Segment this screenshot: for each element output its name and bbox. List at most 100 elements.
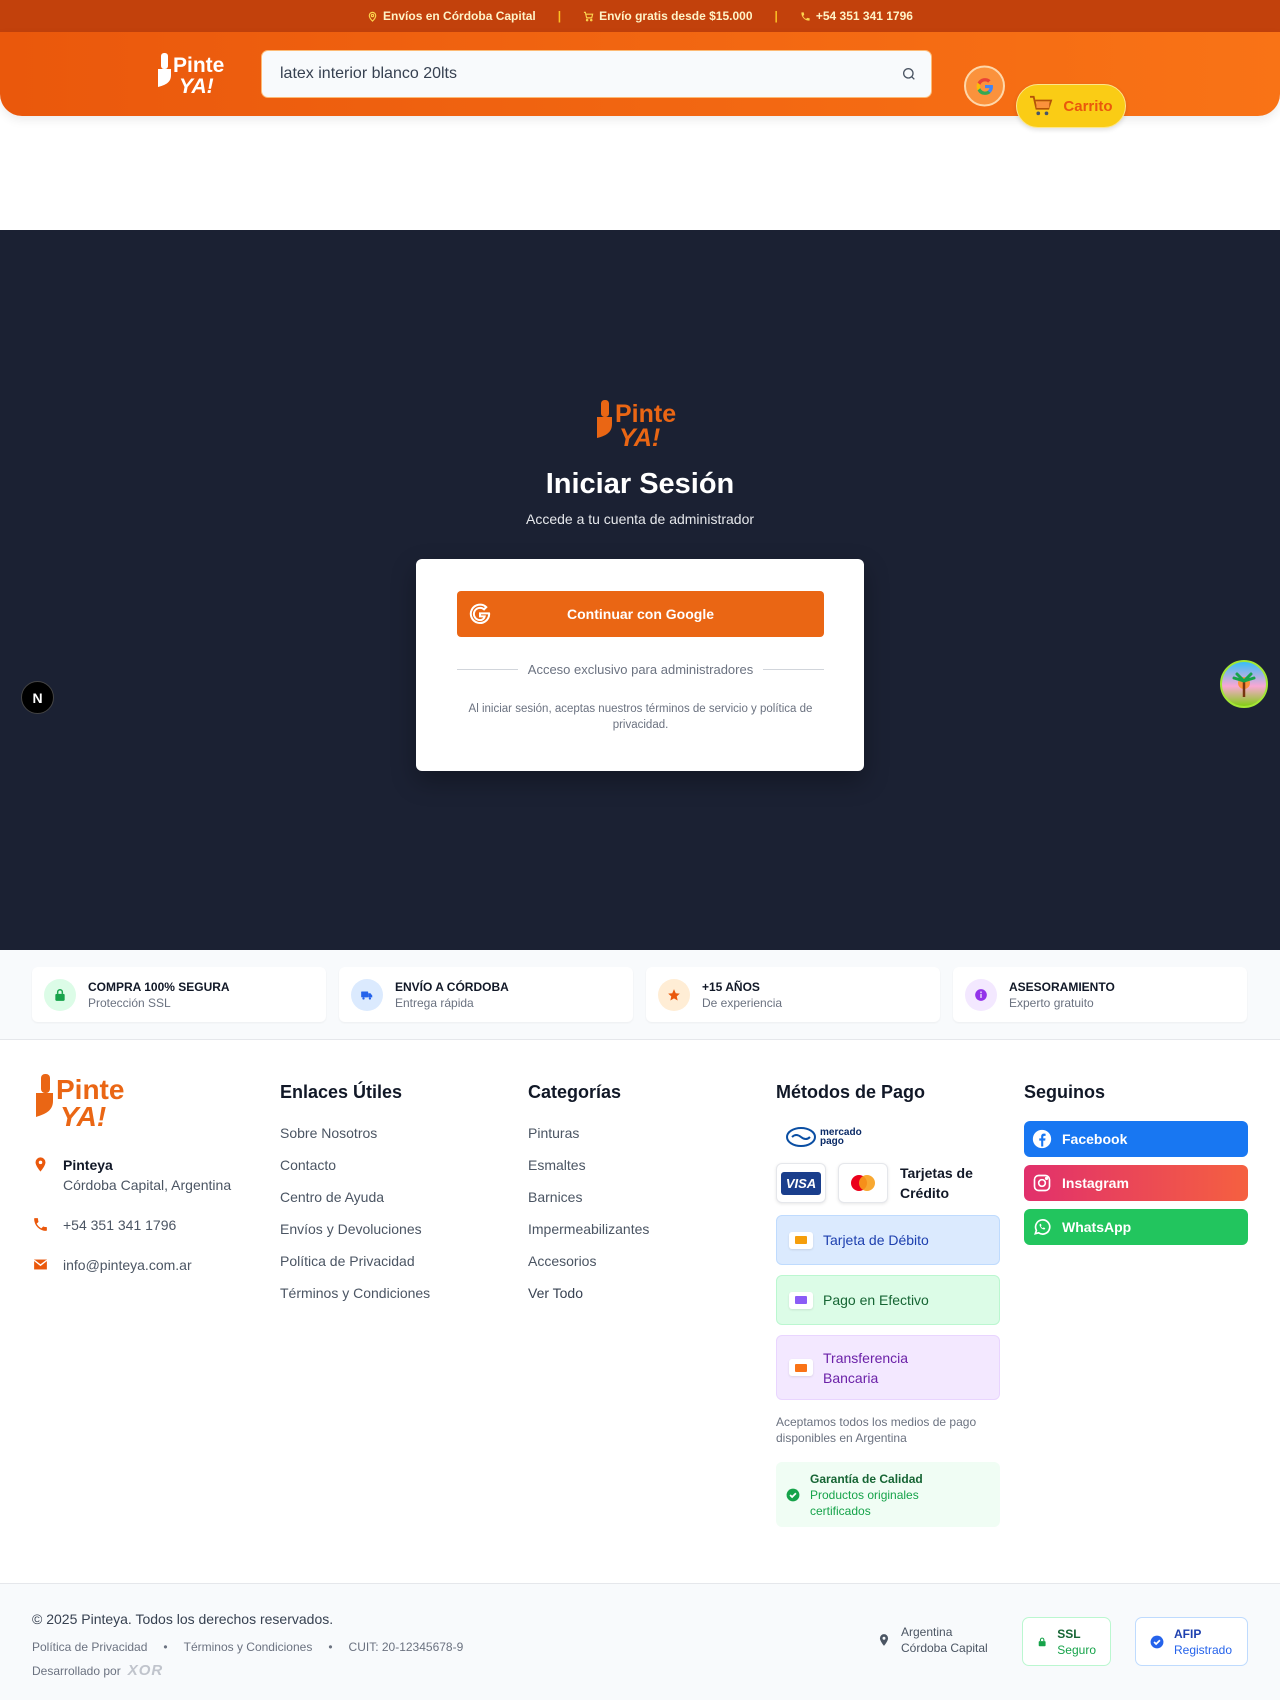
payment-heading: Métodos de Pago: [776, 1082, 926, 1102]
cash-option: Pago en Efectivo: [776, 1275, 1000, 1325]
google-button-label: Continuar con Google: [567, 606, 714, 622]
feature-sub: Entrega rápida: [395, 995, 474, 1010]
site-header: Pinte YA! Carrito: [0, 32, 1280, 128]
divider-text: Acceso exclusivo para administradores: [527, 662, 754, 677]
cart-button[interactable]: Carrito: [1016, 84, 1126, 128]
phone-icon: [801, 11, 810, 21]
feature-title: +15 AÑOS: [702, 979, 760, 994]
cuit-text: CUIT: 20-12345678-9: [348, 1640, 464, 1654]
developer-credit: Desarrollado por XOR: [32, 1662, 163, 1679]
instagram-icon: [1033, 1174, 1051, 1192]
feature-title: ASESORAMIENTO: [1009, 979, 1115, 994]
company-address: Córdoba Capital, Argentina: [63, 1177, 232, 1193]
terms-link[interactable]: Términos y Condiciones: [184, 1640, 313, 1654]
site-footer: Pinte YA! Pinteya Córdoba Capital, Argent…: [0, 1040, 1280, 1583]
bullet: •: [328, 1640, 333, 1654]
lock-icon: [1038, 1637, 1046, 1646]
ssl-badge: SSL Seguro: [1022, 1617, 1111, 1666]
footer-link[interactable]: Términos y Condiciones: [280, 1284, 430, 1316]
footer-payment-column: Métodos de Pago mercado pago VISA Tarjet…: [776, 1072, 1000, 1527]
instagram-link[interactable]: Instagram: [1024, 1165, 1248, 1201]
category-link[interactable]: Esmaltes: [528, 1156, 649, 1188]
whatsapp-icon: [1034, 1219, 1051, 1235]
brand-logo[interactable]: Pinte YA!: [155, 49, 230, 99]
privacy-link[interactable]: Política de Privacidad: [32, 1640, 147, 1654]
nextjs-dev-badge[interactable]: N: [21, 681, 54, 714]
shipping-info: Envíos en Córdoba Capital: [367, 9, 536, 23]
footer-link[interactable]: Política de Privacidad: [280, 1252, 430, 1284]
quality-guarantee: Garantía de Calidad Productos originales…: [776, 1462, 1000, 1527]
check-circle-icon: [786, 1488, 800, 1501]
location-pin-icon: [879, 1634, 889, 1646]
ssl-title: SSL: [1057, 1626, 1081, 1641]
facebook-icon: [1032, 1129, 1052, 1149]
free-shipping-info: Envío gratis desde $15.000: [583, 9, 753, 23]
footer-link[interactable]: Centro de Ayuda: [280, 1188, 430, 1220]
category-link[interactable]: Barnices: [528, 1188, 649, 1220]
separator: |: [557, 9, 562, 23]
feature-sub: Experto gratuito: [1009, 995, 1094, 1010]
developed-by-text: Desarrollado por: [32, 1663, 121, 1678]
social-heading: Seguinos: [1024, 1082, 1106, 1102]
location-pin-icon: [368, 11, 377, 22]
login-card: Continuar con Google Acceso exclusivo pa…: [416, 559, 864, 771]
login-brand-line2: YA!: [619, 424, 660, 450]
search-input[interactable]: [280, 65, 901, 83]
facebook-label: Facebook: [1062, 1131, 1128, 1147]
feature-title: COMPRA 100% SEGURA: [88, 979, 230, 994]
visa-logo: VISA: [780, 1171, 822, 1195]
phone-info[interactable]: +54 351 341 1796: [800, 9, 913, 23]
feature-secure-purchase: COMPRA 100% SEGURA Protección SSL: [32, 967, 326, 1022]
links-heading: Enlaces Útiles: [280, 1082, 403, 1102]
category-link[interactable]: Impermeabilizantes: [528, 1220, 649, 1252]
palm-tree-widget[interactable]: [1220, 660, 1268, 708]
footer-brand-column: Pinte YA! Pinteya Córdoba Capital, Argent…: [32, 1072, 262, 1295]
category-link[interactable]: Pinturas: [528, 1124, 649, 1156]
footer-phone[interactable]: +54 351 341 1796: [32, 1215, 262, 1235]
whatsapp-label: WhatsApp: [1062, 1219, 1132, 1235]
footer-email[interactable]: info@pinteya.com.ar: [32, 1255, 262, 1275]
payment-note: Aceptamos todos los medios de pago dispo…: [776, 1415, 977, 1445]
free-shipping-text: Envío gratis desde $15.000: [599, 9, 753, 23]
email-text: info@pinteya.com.ar: [63, 1257, 192, 1273]
brand-line2: YA!: [179, 75, 214, 98]
feature-shipping: ENVÍO A CÓRDOBA Entrega rápida: [339, 967, 633, 1022]
credit-cards-label: Tarjetas de Crédito: [900, 1165, 973, 1201]
footer-address: Pinteya Córdoba Capital, Argentina: [32, 1155, 262, 1195]
continue-with-google-button[interactable]: Continuar con Google: [457, 591, 824, 637]
footer-bottom-bar: © 2025 Pinteya. Todos los derechos reser…: [0, 1583, 1280, 1700]
login-title: Iniciar Sesión: [545, 468, 735, 500]
facebook-link[interactable]: Facebook: [1024, 1121, 1248, 1157]
login-brand-logo: Pinte YA!: [597, 400, 676, 450]
footer-link[interactable]: Envíos y Devoluciones: [280, 1220, 430, 1252]
company-name: Pinteya: [63, 1157, 113, 1173]
location-pin-icon: [35, 1157, 46, 1172]
search-bar: [261, 50, 932, 98]
footer-link[interactable]: Sobre Nosotros: [280, 1124, 430, 1156]
features-strip: COMPRA 100% SEGURA Protección SSL ENVÍO A…: [0, 950, 1280, 1040]
category-link-view-all[interactable]: Ver Todo: [528, 1284, 649, 1316]
phone-text: +54 351 341 1796: [63, 1217, 177, 1233]
feature-sub: De experiencia: [702, 995, 783, 1010]
top-info-bar: Envíos en Córdoba Capital | Envío gratis…: [0, 0, 1280, 32]
categories-list: Pinturas Esmaltes Barnices Impermeabiliz…: [528, 1124, 649, 1316]
divider-line: [763, 669, 824, 670]
verified-check-icon: [1150, 1635, 1164, 1648]
google-account-button[interactable]: [964, 65, 1005, 107]
brush-logo-icon: Pinte YA!: [158, 53, 224, 98]
cart-icon: [583, 11, 594, 21]
debit-card-option: Tarjeta de Débito: [776, 1215, 1000, 1265]
feature-title: ENVÍO A CÓRDOBA: [395, 979, 509, 994]
xor-logo[interactable]: XOR: [128, 1662, 164, 1679]
footer-link[interactable]: Contacto: [280, 1156, 430, 1188]
whatsapp-link[interactable]: WhatsApp: [1024, 1209, 1248, 1245]
phone-icon: [34, 1218, 47, 1231]
palm-tree-icon: [1232, 672, 1256, 697]
star-icon: [658, 978, 690, 1011]
credit-cards-row: VISA Tarjetas de Crédito: [776, 1163, 1000, 1203]
category-link[interactable]: Accesorios: [528, 1252, 649, 1284]
search-icon[interactable]: [901, 66, 917, 82]
footer-brand-logo[interactable]: Pinte YA!: [32, 1072, 138, 1132]
transfer-option: Transferencia Bancaria: [776, 1335, 1000, 1400]
feature-advice: ASESORAMIENTO Experto gratuito: [953, 967, 1247, 1022]
